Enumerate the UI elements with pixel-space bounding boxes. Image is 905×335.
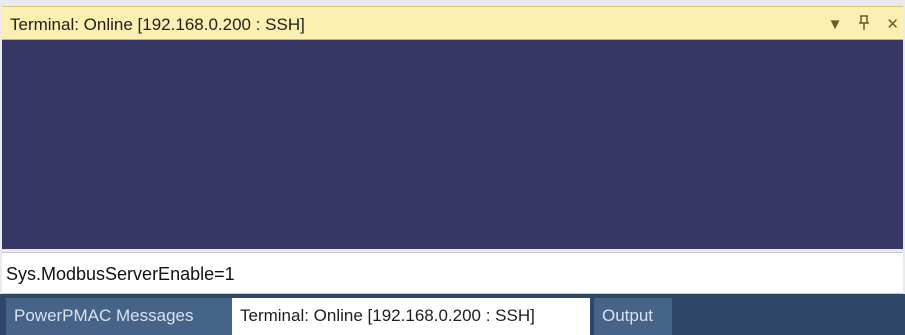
bottom-tab-strip: PowerPMAC Messages Terminal: Online [192…	[0, 294, 905, 335]
tab-terminal-online[interactable]: Terminal: Online [192.168.0.200 : SSH]	[232, 298, 590, 335]
tab-powerpmac-messages[interactable]: PowerPMAC Messages	[6, 298, 232, 335]
title-bar-controls: ▼ ✕	[828, 13, 899, 35]
terminal-output-area[interactable]	[2, 40, 903, 249]
command-line-container	[2, 252, 903, 294]
terminal-title-bar: Terminal: Online [192.168.0.200 : SSH] ▼…	[2, 6, 903, 40]
dropdown-icon[interactable]: ▼	[828, 17, 843, 32]
command-input[interactable]	[6, 260, 886, 288]
close-icon[interactable]: ✕	[886, 17, 899, 32]
terminal-window: Terminal: Online [192.168.0.200 : SSH] ▼…	[0, 0, 905, 335]
terminal-title: Terminal: Online [192.168.0.200 : SSH]	[10, 15, 305, 34]
pin-icon[interactable]	[858, 14, 870, 34]
tab-output[interactable]: Output	[594, 298, 672, 335]
